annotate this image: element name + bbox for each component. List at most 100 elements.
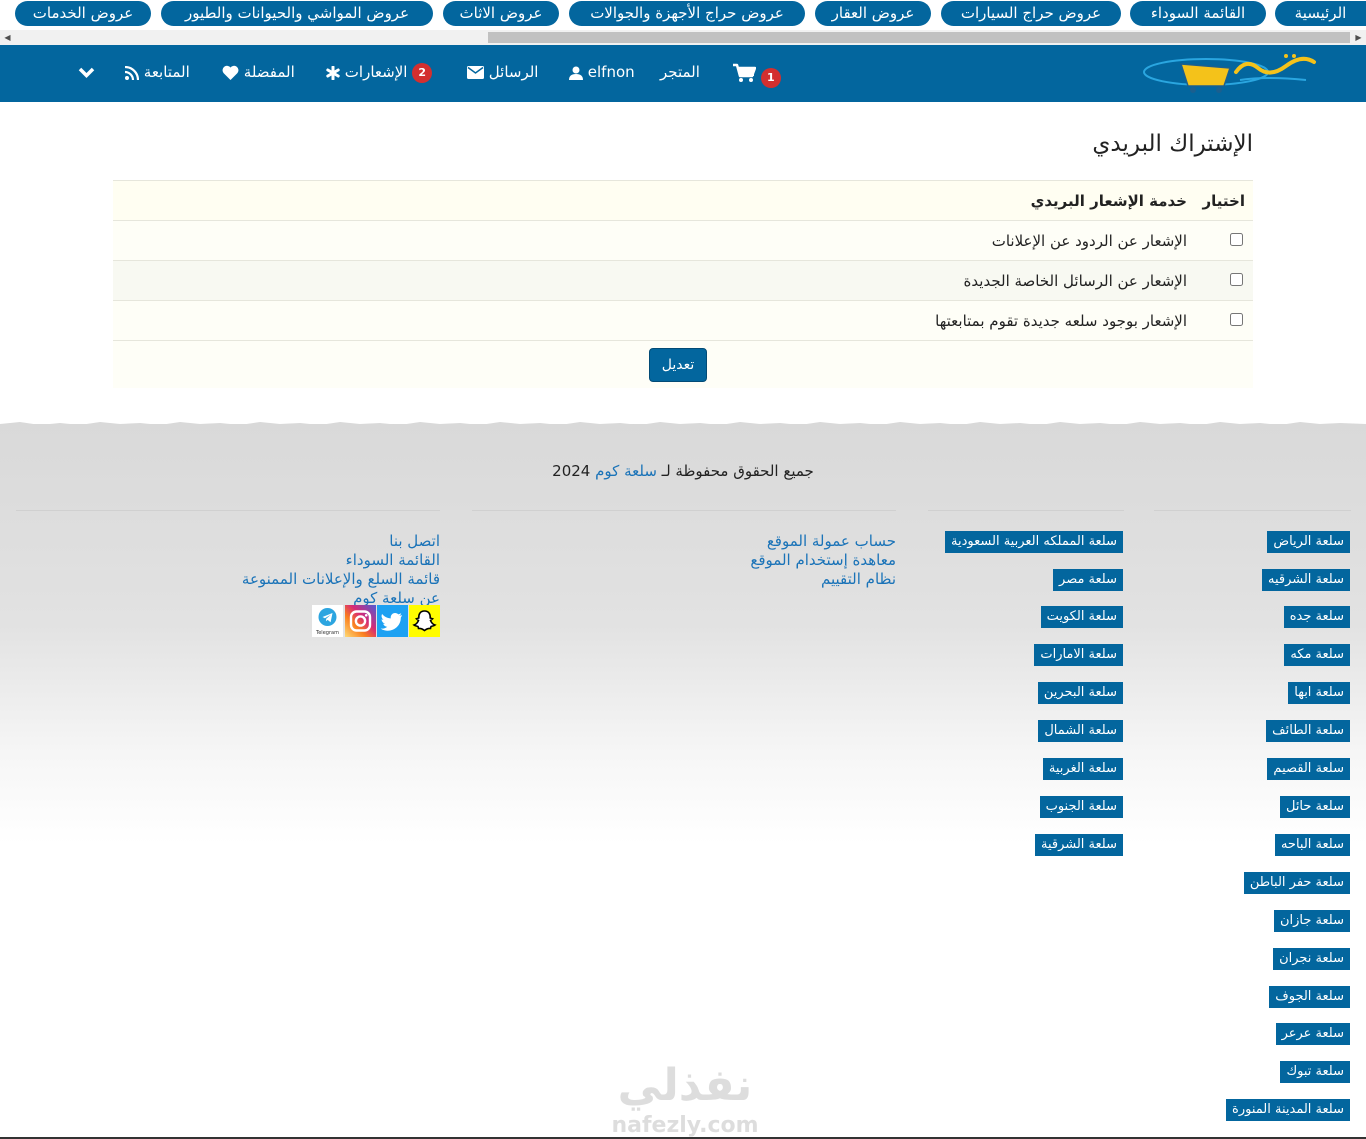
city-link[interactable]: سلعة مصر [1053,569,1123,591]
site-logo[interactable] [1136,50,1318,98]
city-link[interactable]: سلعة عرعر [1275,1023,1350,1045]
main-navbar: 1 المتجر elfnon الرسائل 2 الإشعارات المف… [0,45,1366,102]
category-blacklist[interactable]: القائمة السوداء [1130,1,1266,26]
header-choose: اختيار [1202,192,1245,210]
footer-link[interactable]: اتصل بنا [389,532,440,551]
city-link[interactable]: سلعة الشرقيه [1261,569,1350,591]
nav-store-label: المتجر [660,63,700,81]
user-icon [569,66,583,80]
city-link[interactable]: سلعة الجوف [1269,986,1350,1008]
scroll-left-arrow-icon[interactable]: ◀ [0,30,15,45]
city-link[interactable]: سلعة جازان [1273,910,1350,932]
page-title: الإشتراك البريدي [1092,131,1253,157]
row-label: الإشعار عن الرسائل الخاصة الجديدة [963,272,1187,290]
notify-messages-checkbox[interactable] [1230,273,1243,286]
nav-following[interactable]: المتابعة [124,45,190,102]
city-link[interactable]: سلعة المملكه العربية السعودية [945,531,1123,553]
city-link[interactable]: سلعة الغربية [1042,758,1123,780]
category-home[interactable]: الرئيسية [1275,1,1366,26]
submit-edit-button[interactable]: تعديل [649,348,707,382]
footer-divider [1154,510,1351,511]
instagram-icon[interactable] [345,605,376,637]
footer-link[interactable]: حساب عمولة الموقع [767,532,896,551]
watermark-latin: nafezly.com [611,1113,758,1138]
copyright: جميع الحقوق محفوظة لـ سلعة كوم 2024 [0,462,1366,480]
city-link[interactable]: سلعة الباحه [1274,834,1350,856]
cart-button[interactable]: 1 [732,45,781,102]
twitter-icon[interactable] [377,605,408,637]
envelope-icon [467,66,484,79]
nav-favorites-label: المفضلة [243,63,295,81]
city-link[interactable]: سلعة الرياض [1267,531,1350,553]
footer-link[interactable]: نظام التقييم [821,570,896,589]
row-label: الإشعار بوجود سلعه جديدة تقوم بمتابعتها [935,312,1187,330]
city-link[interactable]: سلعة نجران [1273,948,1350,970]
city-link[interactable]: سلعة الشرقية [1034,834,1123,856]
snapchat-icon[interactable] [409,605,440,637]
nav-favorites[interactable]: المفضلة [222,45,295,102]
scrollbar-thumb[interactable] [488,32,1350,43]
chevron-down-icon [78,67,95,78]
category-devices[interactable]: عروض حراج الأجهزة والجوالات [569,1,805,26]
city-link[interactable]: سلعة جده [1283,606,1350,628]
header-service: خدمة الإشعار البريدي [1030,192,1187,210]
notify-followed-items-checkbox[interactable] [1230,313,1243,326]
city-link[interactable]: سلعة البحرين [1037,682,1123,704]
footer-link[interactable]: قائمة السلع والإعلانات الممنوعة [242,570,440,589]
category-cars[interactable]: عروض حراج السيارات [941,1,1121,26]
notifications-count-badge: 2 [412,62,433,83]
copyright-prefix: جميع الحقوق محفوظة لـ [661,462,814,480]
city-link[interactable]: سلعة الامارات [1034,644,1123,666]
category-real-estate[interactable]: عروض العقار [815,1,931,26]
row-label: الإشعار عن الردود عن الإعلانات [991,232,1187,250]
city-link[interactable]: سلعة الكويت [1040,606,1123,628]
footer-link[interactable]: معاهدة إستخدام الموقع [750,551,896,570]
city-link[interactable]: سلعة مكه [1284,644,1350,666]
rss-icon [124,65,140,80]
scroll-right-arrow-icon[interactable]: ▶ [1351,30,1366,45]
cart-count-badge: 1 [760,67,781,88]
city-link[interactable]: سلعة حفر الباطن [1243,872,1350,894]
city-link[interactable]: سلعة تبوك [1280,1061,1350,1083]
table-bottom-border [113,340,1253,341]
nafezly-watermark: نفذلي nafezly.com [611,1060,758,1138]
heart-icon [222,65,239,80]
category-furniture[interactable]: عروض الاثاث [443,1,559,26]
city-link[interactable]: سلعة الجنوب [1039,796,1123,818]
category-services[interactable]: عروض الخدمات [15,1,151,26]
horizontal-scrollbar[interactable]: ◀ ▶ [0,30,1366,45]
copyright-site-link[interactable]: سلعة كوم [595,462,657,480]
city-link[interactable]: سلعة حائل [1279,796,1350,818]
footer-divider [16,510,440,511]
footer-torn-edge [0,422,1366,428]
footer-link[interactable]: القائمة السوداء [346,551,440,570]
footer-divider [472,510,896,511]
nav-more-dropdown[interactable] [78,45,95,102]
watermark-arabic: نفذلي [618,1060,753,1111]
nav-messages-label: الرسائل [488,63,539,81]
city-link[interactable]: سلعة الشمال [1038,720,1123,742]
cart-icon [733,63,757,82]
asterisk-icon [326,65,340,80]
nav-notifications[interactable]: 2 الإشعارات [326,45,433,102]
table-row: الإشعار بوجود سلعه جديدة تقوم بمتابعتها [113,300,1253,340]
footer: جميع الحقوق محفوظة لـ سلعة كوم 2024 سلعة… [0,422,1366,1139]
city-link[interactable]: سلعة الطائف [1266,720,1350,742]
telegram-caption: Telegram [316,630,339,636]
username-label: elfnon [587,63,635,81]
city-link[interactable]: سلعة ابها [1288,682,1350,704]
table-row: الإشعار عن الردود عن الإعلانات [113,220,1253,260]
city-link[interactable]: سلعة المدينة المنورة [1226,1099,1350,1121]
notify-replies-checkbox[interactable] [1230,233,1243,246]
copyright-year: 2024 [552,462,591,480]
category-livestock[interactable]: عروض المواشي والحيوانات والطيور [161,1,433,26]
nav-notifications-label: الإشعارات [344,63,408,81]
nav-following-label: المتابعة [143,63,190,81]
nav-messages[interactable]: الرسائل [467,45,538,102]
telegram-button[interactable]: Telegram [312,605,343,637]
social-icons: Telegram [312,605,440,637]
telegram-icon [318,608,337,626]
city-link[interactable]: سلعة القصيم [1267,758,1350,780]
nav-user[interactable]: elfnon [569,45,635,102]
nav-store[interactable]: المتجر [660,45,700,102]
